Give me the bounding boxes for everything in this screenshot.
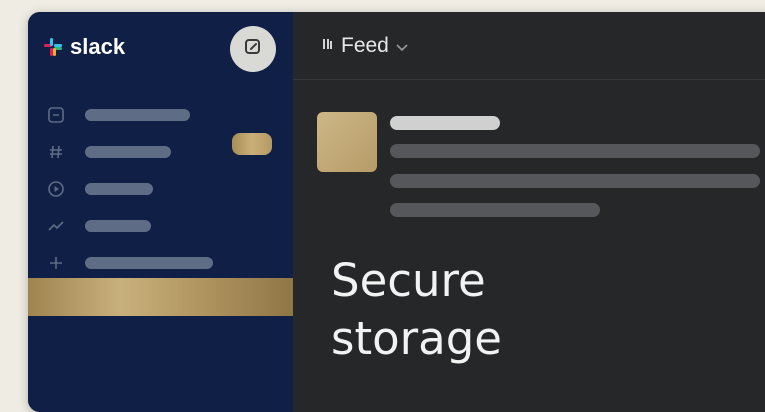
sidebar: slack	[28, 12, 293, 412]
chevron-down-icon	[395, 34, 409, 58]
sidebar-item-label	[85, 108, 190, 121]
channel-name: Feed	[341, 34, 389, 57]
channel-header: Feed	[293, 12, 765, 80]
brand: slack	[42, 34, 125, 60]
hero-headline: Secure storage	[331, 252, 502, 368]
feed-icon	[321, 34, 335, 58]
message-line-placeholder	[390, 174, 760, 188]
sidebar-item-label	[85, 219, 151, 232]
play-icon	[46, 179, 66, 199]
compose-button[interactable]	[230, 26, 276, 72]
avatar	[317, 112, 377, 172]
message-line-placeholder	[390, 203, 600, 217]
message-line-placeholder	[390, 144, 760, 158]
slack-logo-icon	[42, 36, 64, 58]
more-icon	[46, 253, 66, 273]
hero-line-2: storage	[331, 312, 502, 365]
hash-icon	[46, 142, 66, 162]
selected-item-highlight[interactable]	[28, 278, 293, 316]
home-icon	[46, 105, 66, 125]
sidebar-item-home[interactable]	[28, 96, 293, 133]
main-panel: Feed Secure storage	[293, 12, 765, 412]
channel-switcher[interactable]: Feed	[321, 34, 409, 58]
sidebar-nav	[28, 96, 293, 281]
sidebar-item-label	[85, 182, 153, 195]
message-author-placeholder	[390, 116, 500, 130]
hero-line-1: Secure	[331, 254, 486, 307]
activity-icon	[46, 216, 66, 236]
sidebar-item-label	[85, 256, 213, 269]
app-window: slack Feed Secure storage	[28, 12, 765, 412]
sidebar-item-activity[interactable]	[28, 207, 293, 244]
sidebar-item-more[interactable]	[28, 244, 293, 281]
unread-badge	[232, 133, 272, 155]
sidebar-item-media[interactable]	[28, 170, 293, 207]
compose-icon	[243, 37, 263, 62]
sidebar-item-label	[85, 145, 171, 158]
brand-name: slack	[70, 34, 126, 59]
